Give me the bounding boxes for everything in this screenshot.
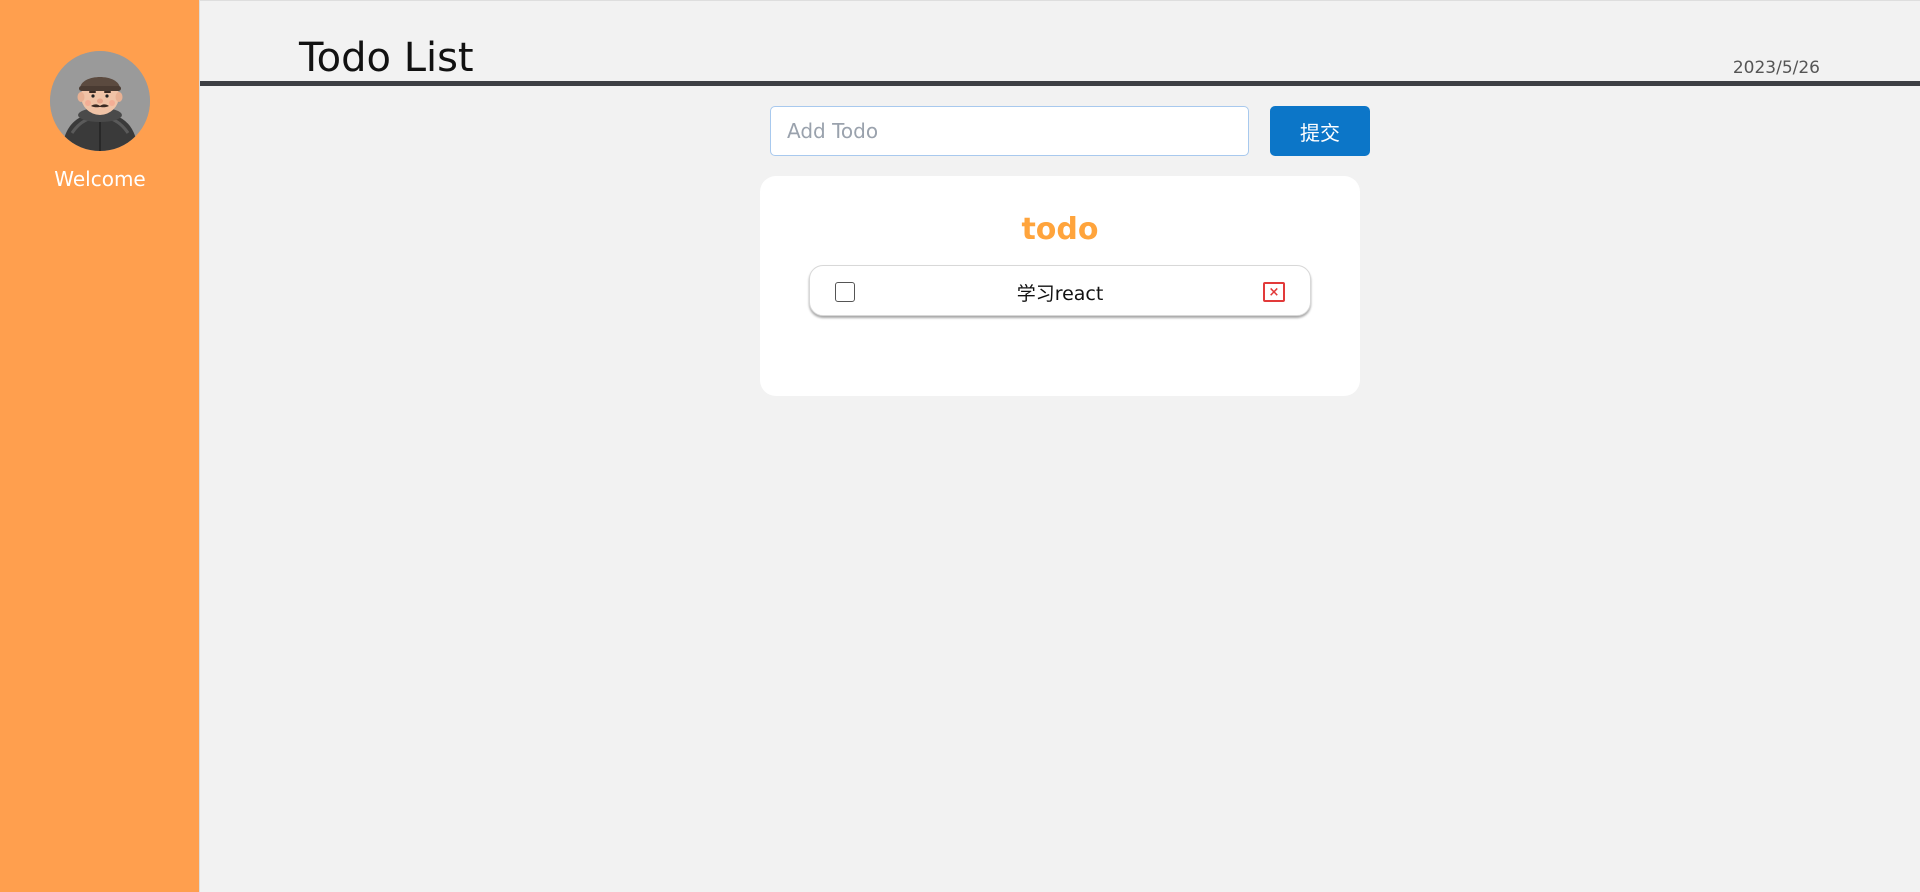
todo-card: todo 学习react × [760, 176, 1360, 396]
page-title: Todo List [299, 35, 474, 81]
date-label: 2023/5/26 [1732, 58, 1820, 78]
user-avatar[interactable] [50, 51, 150, 151]
card-title: todo [1021, 212, 1099, 247]
delete-icon[interactable]: × [1263, 282, 1285, 302]
todo-checkbox[interactable] [835, 282, 855, 302]
avatar-character-icon [50, 51, 150, 151]
todo-text: 学习react [1016, 283, 1104, 305]
add-todo-input[interactable] [770, 106, 1249, 156]
welcome-label: Welcome [54, 167, 146, 191]
todo-item: 学习react × [809, 265, 1311, 316]
sidebar: Welcome [0, 0, 200, 892]
header: Todo List 2023/5/26 [200, 0, 1920, 86]
submit-button[interactable]: 提交 [1270, 106, 1370, 156]
